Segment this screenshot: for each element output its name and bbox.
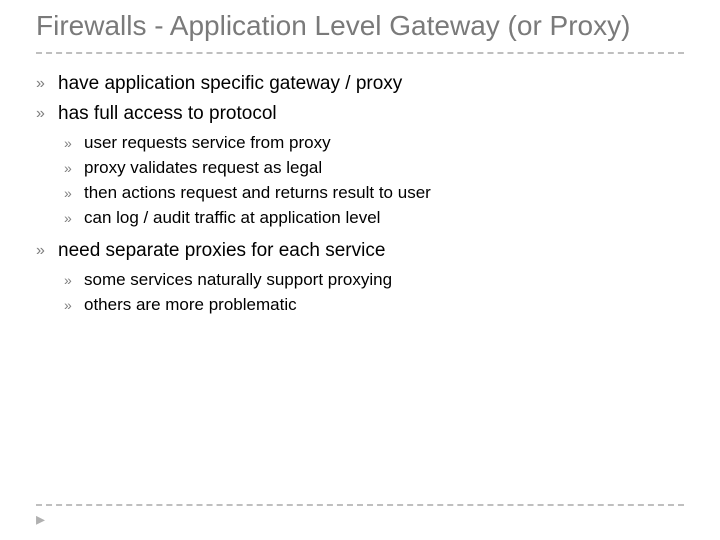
sub-bullet-item: » others are more problematic [64,294,684,316]
arrow-bullet-icon: » [36,72,58,96]
sub-bullet-item: » then actions request and returns resul… [64,182,684,204]
sub-bullet-text: then actions request and returns result … [84,182,431,204]
sub-bullet-item: » user requests service from proxy [64,132,684,154]
bullet-item: » have application specific gateway / pr… [36,72,684,96]
sub-bullet-item: » can log / audit traffic at application… [64,207,684,229]
sub-list: » user requests service from proxy » pro… [64,132,684,229]
slide-content: » have application specific gateway / pr… [36,72,684,316]
bullet-text: need separate proxies for each service [58,239,385,263]
arrow-bullet-icon: » [64,132,84,154]
sub-bullet-text: others are more problematic [84,294,297,316]
sub-bullet-text: proxy validates request as legal [84,157,322,179]
sub-bullet-text: can log / audit traffic at application l… [84,207,380,229]
bullet-item: » need separate proxies for each service [36,239,684,263]
title-divider [36,52,684,54]
bullet-item: » has full access to protocol [36,102,684,126]
bullet-text: has full access to protocol [58,102,277,126]
sub-bullet-text: user requests service from proxy [84,132,331,154]
arrow-bullet-icon: » [64,182,84,204]
footer-divider [36,504,684,506]
footer-arrow-icon: ▸ [36,509,45,530]
sub-bullet-text: some services naturally support proxying [84,269,392,291]
sub-bullet-item: » proxy validates request as legal [64,157,684,179]
arrow-bullet-icon: » [64,207,84,229]
bullet-text: have application specific gateway / prox… [58,72,402,96]
sub-list: » some services naturally support proxyi… [64,269,684,316]
arrow-bullet-icon: » [64,269,84,291]
arrow-bullet-icon: » [36,102,58,126]
sub-bullet-item: » some services naturally support proxyi… [64,269,684,291]
slide: Firewalls - Application Level Gateway (o… [0,0,720,540]
arrow-bullet-icon: » [36,239,58,263]
slide-title: Firewalls - Application Level Gateway (o… [36,10,684,42]
arrow-bullet-icon: » [64,157,84,179]
arrow-bullet-icon: » [64,294,84,316]
